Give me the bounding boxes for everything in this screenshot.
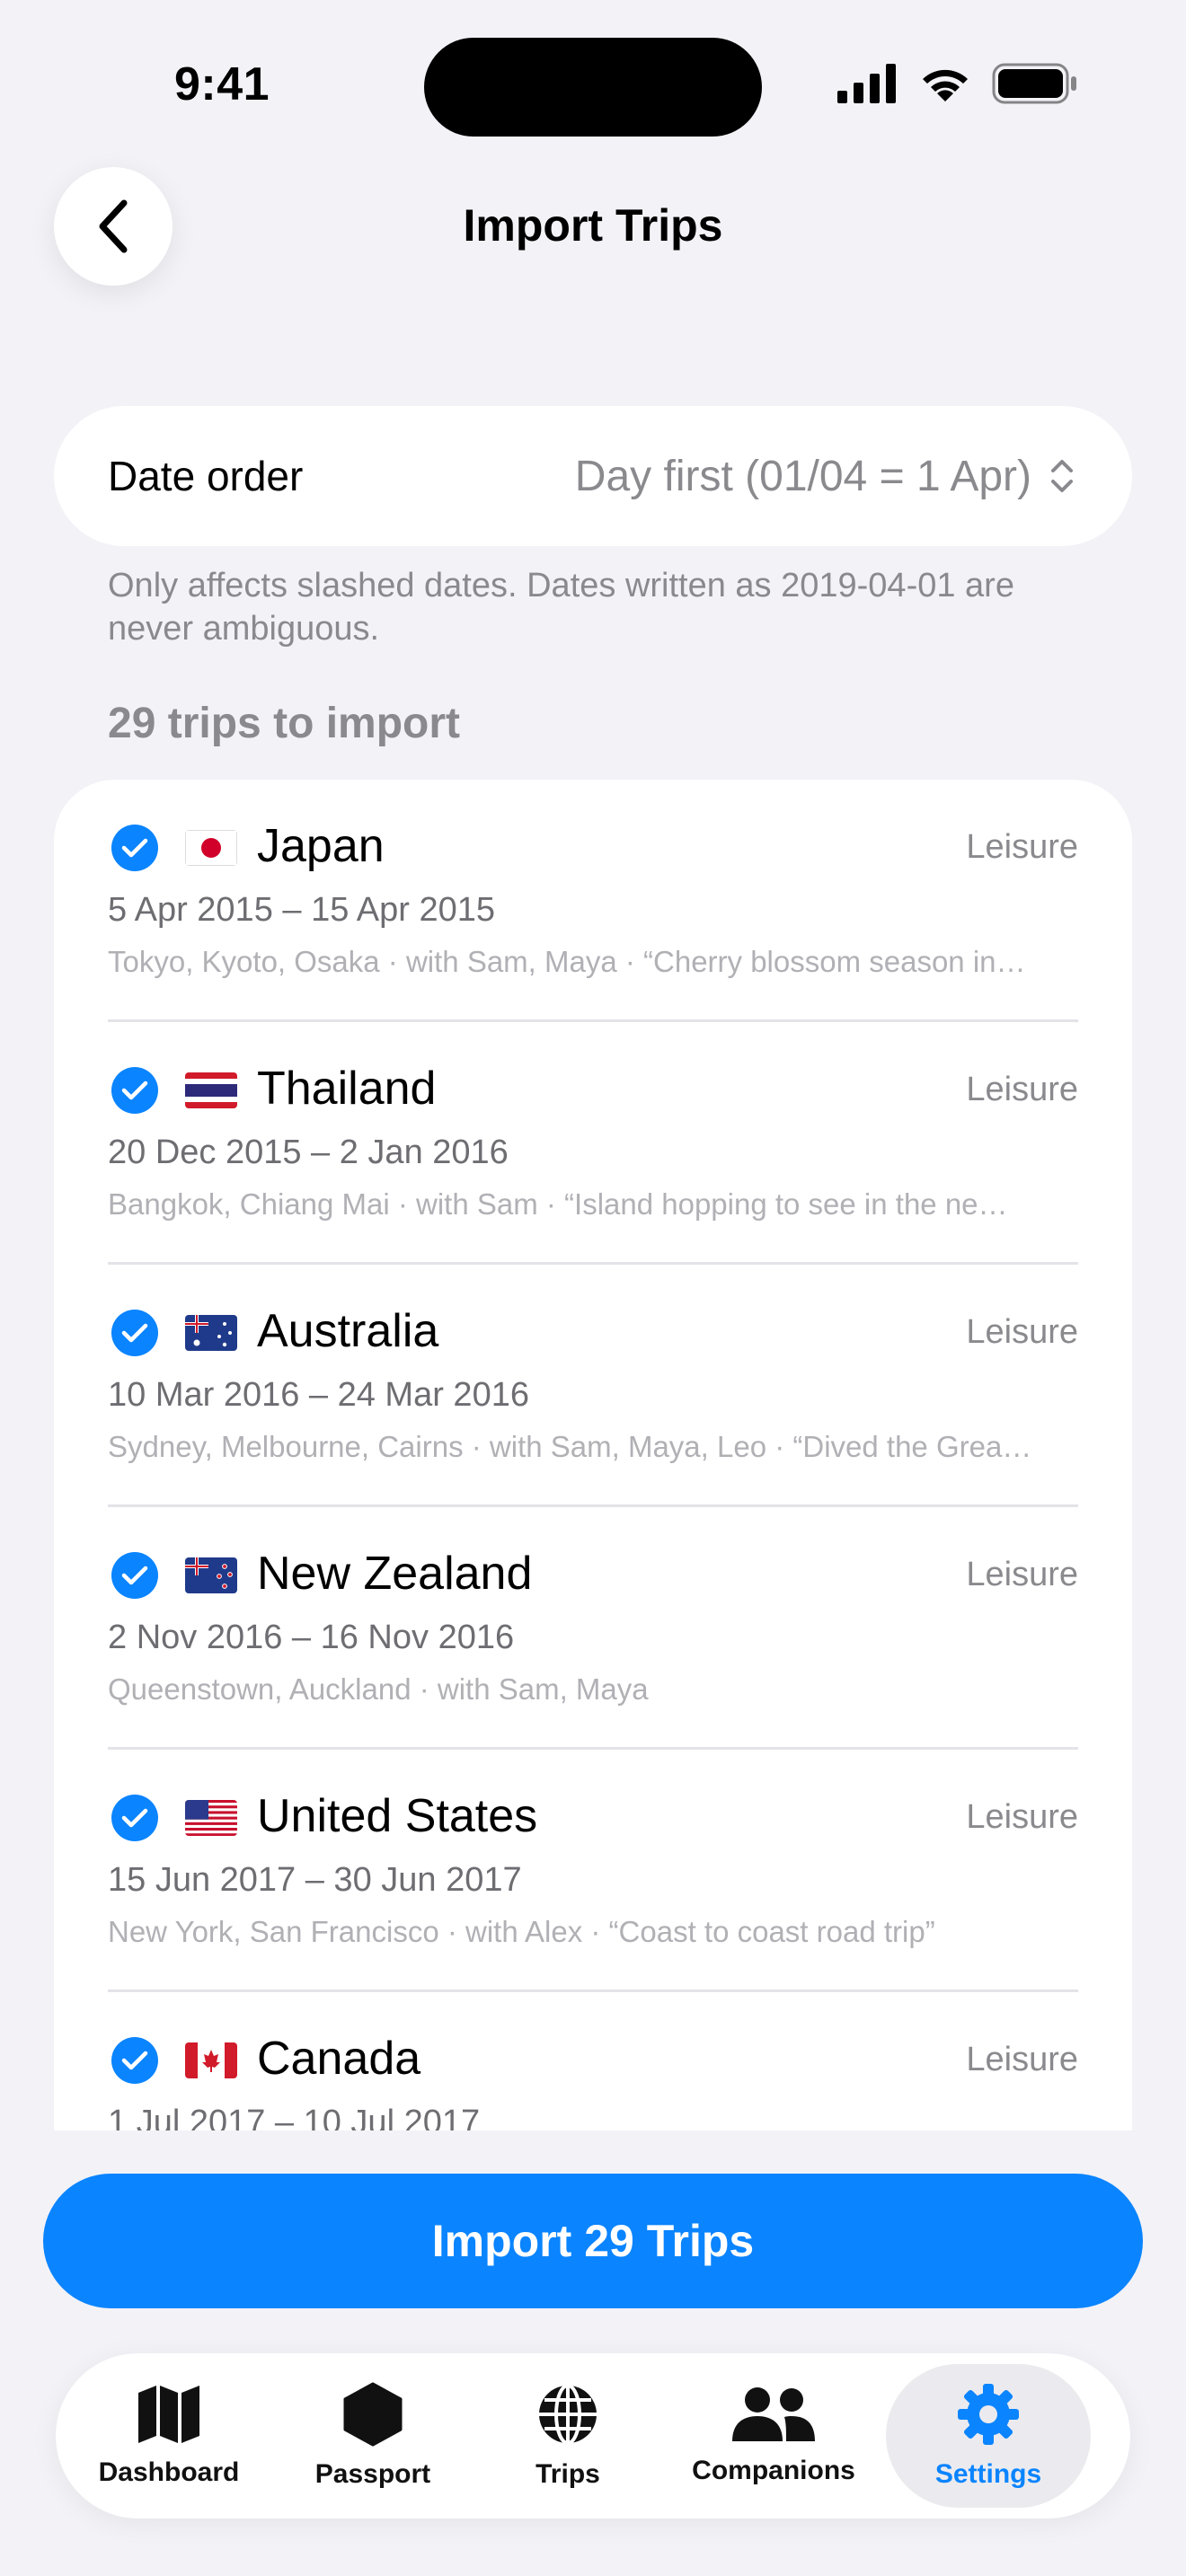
checkmark-icon[interactable] <box>111 1067 158 1114</box>
trip-detail: Bangkok, Chiang Mai · with Sam · “Island… <box>108 1187 1008 1221</box>
date-order-selected: Day first (01/04 = 1 Apr) <box>574 452 1031 500</box>
tab-dashboard[interactable]: Dashboard <box>66 2364 271 2508</box>
new-zealand-flag-icon <box>185 1557 237 1593</box>
trip-dates: 5 Apr 2015 – 15 Apr 2015 <box>108 891 496 929</box>
thailand-flag-icon <box>185 1072 237 1108</box>
trip-country: Canada <box>257 2033 421 2085</box>
tab-trips[interactable]: Trips <box>474 2364 661 2508</box>
checkmark-icon[interactable] <box>111 2037 158 2084</box>
trip-tag: Leisure <box>966 1556 1078 1593</box>
map-icon <box>138 2386 199 2443</box>
date-order-value[interactable]: Day first (01/04 = 1 Apr) <box>575 452 1075 501</box>
globe-icon <box>539 2384 597 2445</box>
trip-row[interactable]: New Zealand Leisure 2 Nov 2016 – 16 Nov … <box>108 1507 1078 1750</box>
trip-tag: Leisure <box>966 1313 1078 1351</box>
chevron-up-down-icon <box>1051 460 1073 492</box>
trip-list: Japan Leisure 5 Apr 2015 – 15 Apr 2015 T… <box>54 780 1132 2136</box>
japan-flag-icon <box>185 830 237 866</box>
trip-country: Australia <box>257 1305 439 1357</box>
trip-tag: Leisure <box>966 828 1078 866</box>
trip-tag: Leisure <box>966 2041 1078 2078</box>
date-order-picker[interactable]: Date order Day first (01/04 = 1 Apr) <box>54 406 1132 546</box>
trip-country: New Zealand <box>257 1548 533 1600</box>
wifi-icon <box>923 69 968 101</box>
status-icons <box>837 63 1078 104</box>
tab-passport[interactable]: Passport <box>271 2364 474 2508</box>
trip-dates: 2 Nov 2016 – 16 Nov 2016 <box>108 1619 515 1656</box>
tab-label: Companions <box>692 2456 855 2485</box>
trip-tag: Leisure <box>966 1071 1078 1108</box>
battery-icon <box>992 63 1076 104</box>
checkmark-icon[interactable] <box>111 1795 158 1841</box>
tab-companions[interactable]: Companions <box>661 2364 886 2508</box>
trip-row[interactable]: Japan Leisure 5 Apr 2015 – 15 Apr 2015 T… <box>108 780 1078 1022</box>
trip-dates: 10 Mar 2016 – 24 Mar 2016 <box>108 1376 529 1414</box>
trip-detail: Sydney, Melbourne, Cairns · with Sam, Ma… <box>108 1430 1032 1463</box>
section-title: 29 trips to import <box>108 700 461 747</box>
trip-dates: 20 Dec 2015 – 2 Jan 2016 <box>108 1134 509 1171</box>
tab-bar: Dashboard Passport Trips Companions Sett… <box>56 2353 1130 2519</box>
australia-flag-icon <box>185 1315 237 1351</box>
dynamic-island <box>424 38 762 137</box>
tab-label: Trips <box>535 2459 600 2489</box>
trip-country: Thailand <box>257 1063 437 1115</box>
trip-row[interactable]: Thailand Leisure 20 Dec 2015 – 2 Jan 201… <box>108 1022 1078 1265</box>
tab-settings[interactable]: Settings <box>886 2364 1091 2508</box>
trip-row[interactable]: Canada Leisure 1 Jul 2017 – 10 Jul 2017 <box>108 1992 1078 2136</box>
cellular-signal-icon <box>837 64 896 103</box>
tab-label: Passport <box>314 2459 431 2489</box>
usa-flag-icon <box>185 1800 237 1836</box>
trip-tag: Leisure <box>966 1798 1078 1836</box>
status-time: 9:41 <box>174 58 270 110</box>
gear-icon <box>958 2384 1019 2445</box>
trip-country: Japan <box>257 820 385 872</box>
trip-row[interactable]: Australia Leisure 10 Mar 2016 – 24 Mar 2… <box>108 1265 1078 1507</box>
canada-flag-icon <box>185 2042 237 2078</box>
tab-label: Dashboard <box>98 2457 240 2487</box>
import-trips-button[interactable]: Import 29 Trips <box>43 2174 1143 2308</box>
trip-country: United States <box>257 1790 538 1842</box>
date-order-hint: Only affects slashed dates. Dates writte… <box>108 567 1014 648</box>
tab-label: Settings <box>934 2459 1042 2489</box>
trip-dates: 15 Jun 2017 – 30 Jun 2017 <box>108 1861 522 1899</box>
checkmark-icon[interactable] <box>111 1552 158 1599</box>
trip-detail: Tokyo, Kyoto, Osaka · with Sam, Maya · “… <box>108 945 1026 978</box>
hexagon-icon <box>343 2382 403 2447</box>
date-order-label: Date order <box>108 453 304 499</box>
trip-row[interactable]: United States Leisure 15 Jun 2017 – 30 J… <box>108 1750 1078 1992</box>
trip-detail: New York, San Francisco · with Alex · “C… <box>108 1915 935 1948</box>
checkmark-icon[interactable] <box>111 1310 158 1356</box>
trip-detail: Queenstown, Auckland · with Sam, Maya <box>108 1672 649 1706</box>
page-title: Import Trips <box>463 200 723 251</box>
people-icon <box>732 2387 815 2441</box>
checkmark-icon[interactable] <box>111 825 158 871</box>
